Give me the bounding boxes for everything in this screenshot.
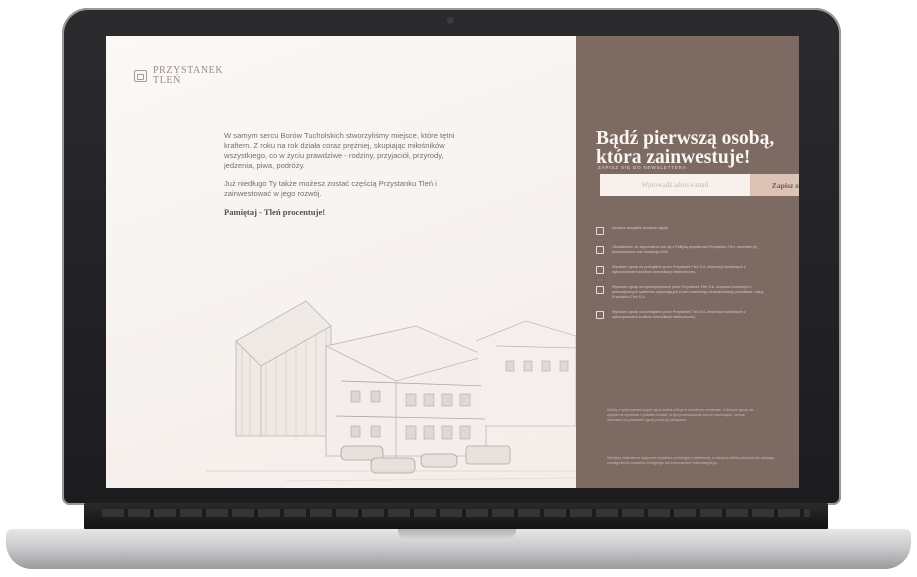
consent-checkbox[interactable] <box>596 266 604 274</box>
consent-label: Oświadczam, że zapoznałem/-am się z Poli… <box>612 245 757 254</box>
intro-text: W samym sercu Borów Tucholskich stworzyl… <box>224 131 464 225</box>
camera-icon <box>447 17 454 24</box>
consent-label: Wyrażam zgodę na przesyłanie przez Przys… <box>612 265 746 274</box>
laptop-opening-notch <box>398 529 516 540</box>
headline-line-1: Bądź pierwszą osobą, <box>596 128 775 149</box>
consent-label: Wyrażam zgodę na przesyłanie przez Przys… <box>612 310 746 319</box>
newsletter-headline: Bądź pierwszą osobą, która zainwestuje! <box>596 128 775 168</box>
consent-label: Zaznacz wszystkie poniższe zgody. <box>612 226 669 230</box>
laptop-screen: PRZYSTANEK TLEŃ W samym sercu Borów Tuch… <box>106 36 799 488</box>
laptop-lid: PRZYSTANEK TLEŃ W samym sercu Borów Tuch… <box>62 8 841 505</box>
legal-disclaimer: Niniejszy materiał ma wyłącznie charakte… <box>607 456 774 465</box>
consent-privacy-policy[interactable]: Oświadczam, że zapoznałem/-am się z Poli… <box>596 245 766 255</box>
keyboard-keys <box>102 509 810 517</box>
building-sketch-illustration <box>166 286 576 488</box>
consent-withdrawal-note: Każdą z wyżej wymienionych zgód można co… <box>607 408 754 422</box>
consent-label: Wyrażam zgodę na wykorzystywanie przez P… <box>612 285 764 299</box>
consent-direct-marketing[interactable]: Wyrażam zgodę na wykorzystywanie przez P… <box>596 285 766 300</box>
intro-panel: PRZYSTANEK TLEŃ W samym sercu Borów Tuch… <box>106 36 576 488</box>
newsletter-panel: Bądź pierwszą osobą, która zainwestuje! … <box>576 36 799 488</box>
laptop-base <box>6 529 911 569</box>
intro-paragraph-1: W samym sercu Borów Tucholskich stworzyl… <box>224 131 455 170</box>
brand-name-line2: TLEŃ <box>153 75 181 86</box>
consent-list: Zaznacz wszystkie poniższe zgody. Oświad… <box>596 226 766 330</box>
building-icon <box>134 70 147 82</box>
brand-logo[interactable]: PRZYSTANEK TLEŃ <box>134 66 223 86</box>
consent-checkbox[interactable] <box>596 286 604 294</box>
subscribe-button[interactable]: Zapisz się! <box>750 174 799 196</box>
newsletter-form: Zapisz się! <box>600 174 799 196</box>
intro-motto: Pamiętaj - Tleń procentuje! <box>224 207 326 217</box>
email-input[interactable] <box>600 174 750 196</box>
brand-name: PRZYSTANEK TLEŃ <box>153 66 223 86</box>
consent-checkbox[interactable] <box>596 227 604 235</box>
intro-paragraph-2: Już niedługo Ty także możesz zostać częś… <box>224 179 437 198</box>
newsletter-subheading: ZAPISZ SIĘ DO NEWSLETTERA <box>598 165 687 170</box>
consent-checkbox[interactable] <box>596 311 604 319</box>
consent-marketing-email[interactable]: Wyrażam zgodę na przesyłanie przez Przys… <box>596 265 766 275</box>
consent-checkbox[interactable] <box>596 246 604 254</box>
consent-select-all[interactable]: Zaznacz wszystkie poniższe zgody. <box>596 226 766 235</box>
consent-commercial-info[interactable]: Wyrażam zgodę na przesyłanie przez Przys… <box>596 310 766 320</box>
